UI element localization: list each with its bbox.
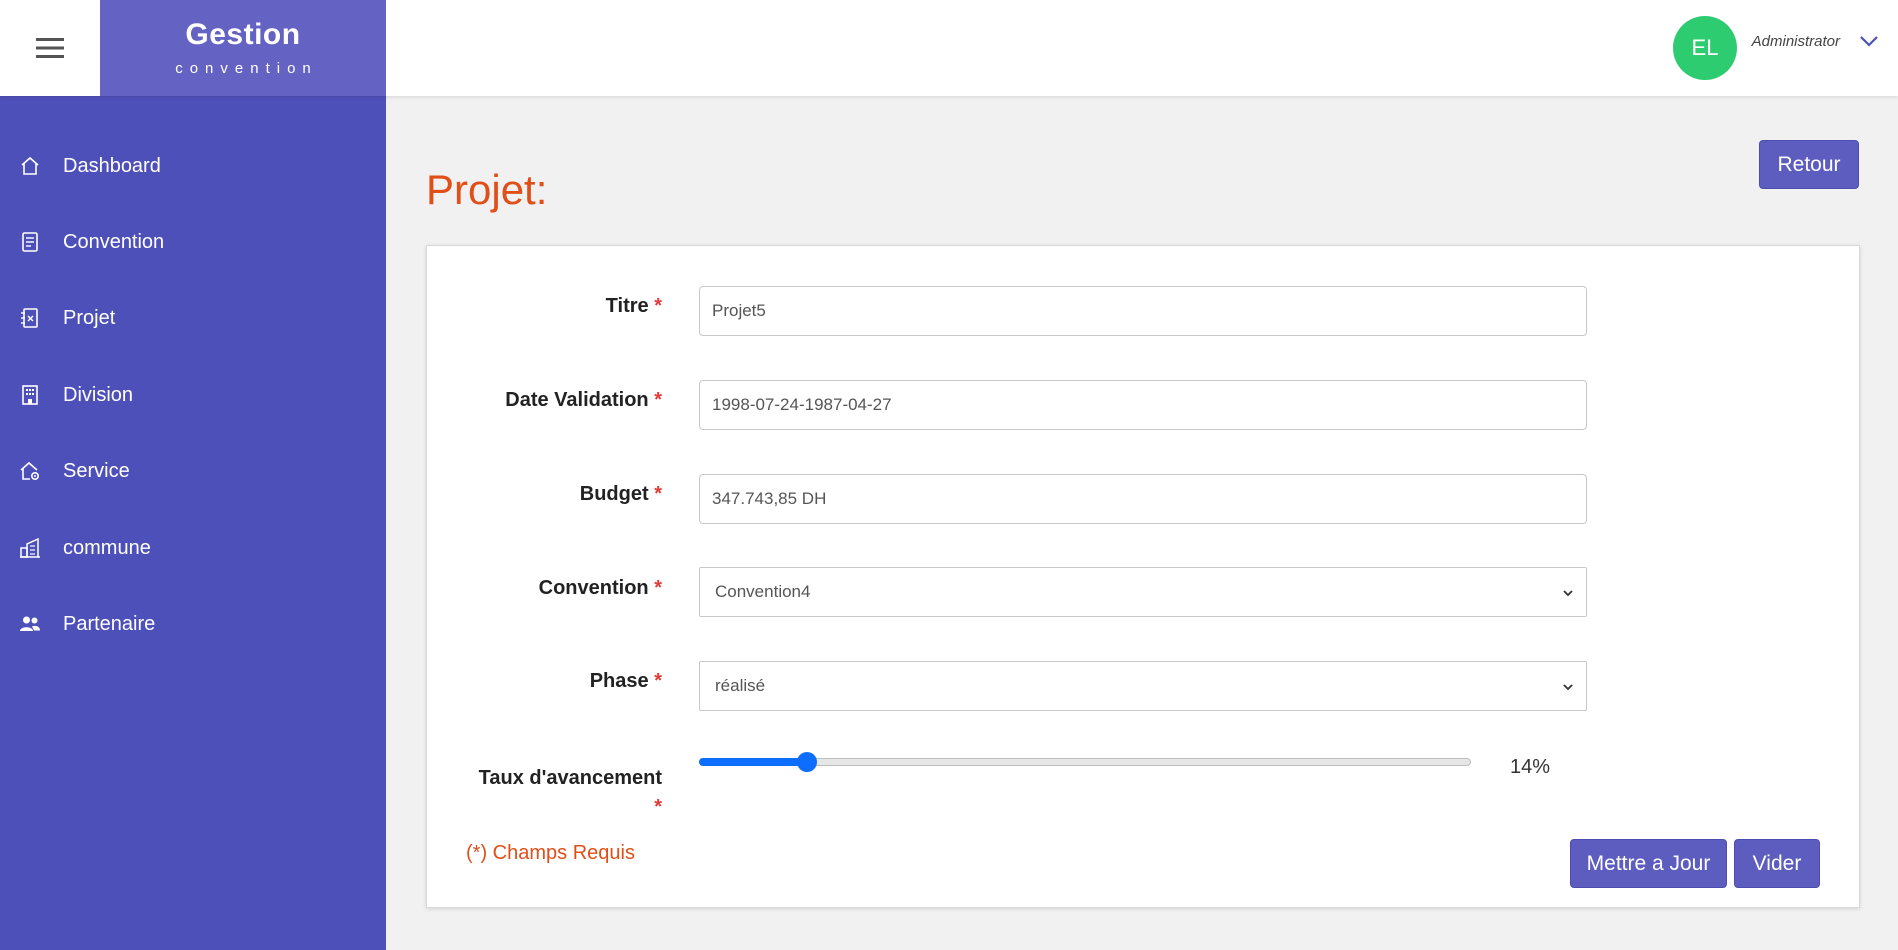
taux-label-text: Taux d'avancement <box>478 767 662 789</box>
hamburger-icon <box>36 38 64 58</box>
sidebar-item-partenaire[interactable]: Partenaire <box>0 596 386 652</box>
clear-button[interactable]: Vider <box>1734 839 1820 888</box>
sidebar-item-division[interactable]: Division <box>0 367 386 423</box>
sidebar-item-label: Convention <box>63 230 165 253</box>
titre-input[interactable] <box>699 286 1587 336</box>
titre-label: Titre * <box>427 295 662 318</box>
slider-fill <box>699 758 807 766</box>
titre-label-text: Titre <box>605 295 649 317</box>
budget-label: Budget * <box>427 483 662 506</box>
sidebar: Dashboard Convention Projet Division Ser… <box>0 96 386 950</box>
chevron-down-icon <box>1563 590 1573 597</box>
budget-label-text: Budget <box>579 483 649 505</box>
required-mark: * <box>654 796 662 818</box>
avatar[interactable]: EL <box>1673 16 1737 80</box>
taux-slider[interactable] <box>699 751 1471 773</box>
sidebar-item-commune[interactable]: commune <box>0 520 386 576</box>
convention-label: Convention * <box>427 577 662 600</box>
required-mark: * <box>654 295 662 317</box>
brand-subtitle: convention <box>175 60 318 77</box>
sidebar-item-dashboard[interactable]: Dashboard <box>0 138 386 194</box>
document-icon <box>17 229 43 255</box>
chevron-down-icon <box>1563 684 1573 691</box>
date-validation-label: Date Validation * <box>427 389 662 412</box>
date-validation-label-text: Date Validation <box>505 389 649 411</box>
chevron-down-icon[interactable] <box>1858 33 1880 49</box>
home-icon <box>17 153 43 179</box>
sidebar-item-label: commune <box>63 536 151 559</box>
required-mark: * <box>654 670 662 692</box>
top-bar: Gestion convention EL Administrator <box>0 0 1898 96</box>
date-validation-input[interactable] <box>699 380 1587 430</box>
convention-selected-value: Convention4 <box>715 582 811 601</box>
taux-value: 14% <box>1510 756 1551 778</box>
sidebar-item-projet[interactable]: Projet <box>0 290 386 346</box>
brand-logo[interactable]: Gestion convention <box>100 0 386 96</box>
sidebar-item-label: Partenaire <box>63 612 156 635</box>
required-mark: * <box>654 483 662 505</box>
house-gear-icon <box>17 458 43 484</box>
page-title: Projet: <box>426 166 548 213</box>
phase-selected-value: réalisé <box>715 676 766 695</box>
users-icon <box>17 611 43 637</box>
brand-title: Gestion <box>185 18 301 51</box>
back-button[interactable]: Retour <box>1759 140 1859 189</box>
convention-select[interactable]: Convention4 <box>699 567 1587 617</box>
sidebar-item-label: Projet <box>63 306 116 329</box>
phase-label-text: Phase <box>589 670 649 692</box>
required-fields-note: (*) Champs Requis <box>466 842 635 864</box>
sidebar-item-label: Service <box>63 459 130 482</box>
city-icon <box>17 535 43 561</box>
username[interactable]: Administrator <box>1752 33 1840 50</box>
sidebar-item-label: Dashboard <box>63 154 161 177</box>
sidebar-item-service[interactable]: Service <box>0 443 386 499</box>
sidebar-item-convention[interactable]: Convention <box>0 214 386 270</box>
phase-label: Phase * <box>427 670 662 693</box>
budget-input[interactable] <box>699 474 1587 524</box>
building-icon <box>17 382 43 408</box>
convention-label-text: Convention <box>538 577 649 599</box>
update-button[interactable]: Mettre a Jour <box>1570 839 1727 888</box>
sidebar-item-label: Division <box>63 383 134 406</box>
taux-label: Taux d'avancement * <box>427 764 662 822</box>
required-mark: * <box>654 577 662 599</box>
menu-toggle-button[interactable] <box>0 0 100 96</box>
slider-thumb[interactable] <box>797 752 817 772</box>
project-form-card: Titre * Date Validation * Budget * Conve… <box>426 245 1860 908</box>
project-icon <box>17 305 43 331</box>
phase-select[interactable]: réalisé <box>699 661 1587 711</box>
required-mark: * <box>654 389 662 411</box>
